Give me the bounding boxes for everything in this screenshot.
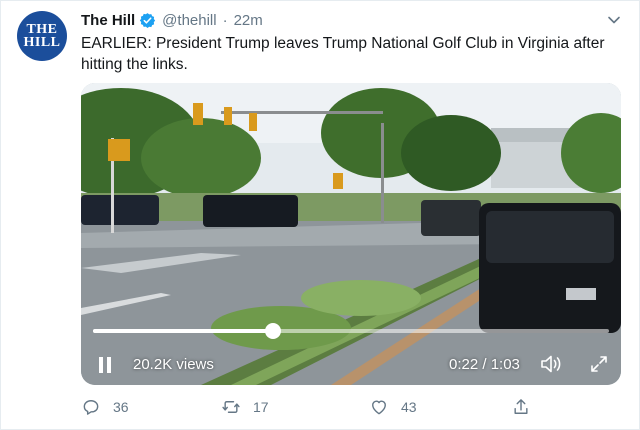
like-count: 43 <box>401 399 417 415</box>
video-progress-handle[interactable] <box>265 323 282 339</box>
retweet-icon <box>222 401 240 413</box>
retweet-count: 17 <box>253 399 269 415</box>
avatar-line-2: HILL <box>23 35 61 50</box>
avatar[interactable]: THE HILL <box>17 11 67 61</box>
fullscreen-icon[interactable] <box>589 354 609 374</box>
video-views: 20.2K views <box>133 356 214 373</box>
share-icon <box>514 399 528 414</box>
like-icon <box>372 400 386 415</box>
separator-dot: · <box>222 11 228 29</box>
video-player[interactable]: 20.2K views 0:22 / 1:03 <box>81 83 621 385</box>
tweet-card[interactable]: THE HILL The Hill @thehill · 22m EARLIER… <box>0 0 640 430</box>
tweet-actions: 36 17 43 <box>81 397 541 421</box>
tweet-header: The Hill @thehill · 22m <box>81 10 263 30</box>
reply-count: 36 <box>113 399 129 415</box>
reply-icon <box>83 400 99 415</box>
chevron-down-icon[interactable] <box>607 13 621 27</box>
like-button[interactable]: 43 <box>369 397 417 417</box>
video-progress-bar[interactable] <box>93 323 609 339</box>
video-frame <box>81 83 621 385</box>
reply-button[interactable]: 36 <box>81 397 129 417</box>
verified-badge-icon <box>140 12 156 28</box>
share-button[interactable] <box>511 397 543 417</box>
volume-icon[interactable] <box>539 353 563 375</box>
video-duration: 0:22 / 1:03 <box>449 356 520 373</box>
timestamp[interactable]: 22m <box>234 12 263 29</box>
handle[interactable]: @thehill <box>162 12 216 29</box>
tweet-text: EARLIER: President Trump leaves Trump Na… <box>81 35 605 73</box>
display-name[interactable]: The Hill <box>81 12 135 29</box>
pause-icon[interactable] <box>99 357 111 373</box>
video-progress-fill <box>93 329 274 333</box>
retweet-button[interactable]: 17 <box>221 397 269 417</box>
